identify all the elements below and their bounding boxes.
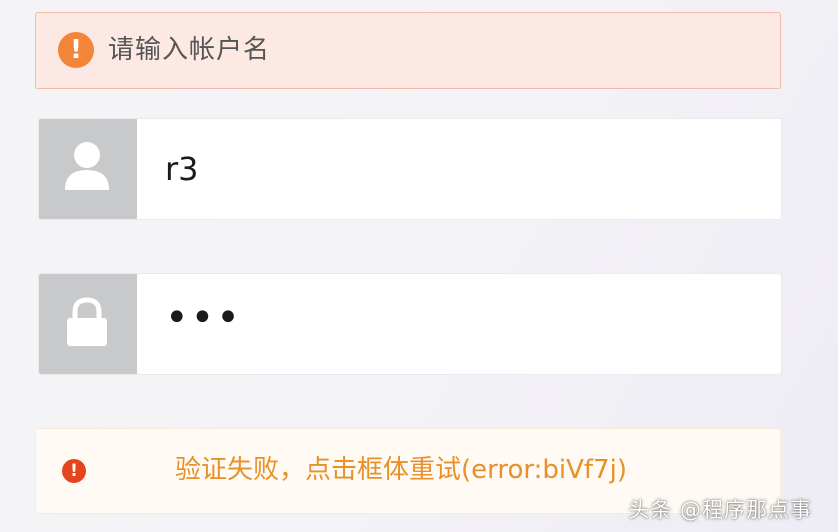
password-row: •••	[38, 273, 782, 375]
lock-icon	[39, 274, 137, 374]
user-icon	[39, 119, 137, 219]
captcha-error-message[interactable]: 验证失败，点击框体重试(error:biVf7j)	[175, 453, 627, 487]
alert-message: 请输入帐户名	[108, 35, 271, 65]
account-required-alert: ! 请输入帐户名	[35, 12, 781, 89]
exclamation-icon: !	[58, 32, 94, 68]
error-icon: !	[62, 459, 86, 483]
password-input[interactable]: •••	[165, 274, 242, 368]
username-input[interactable]: r3	[165, 119, 199, 219]
watermark: 头条 @程序那点事	[628, 498, 812, 522]
username-row: r3	[38, 118, 782, 220]
